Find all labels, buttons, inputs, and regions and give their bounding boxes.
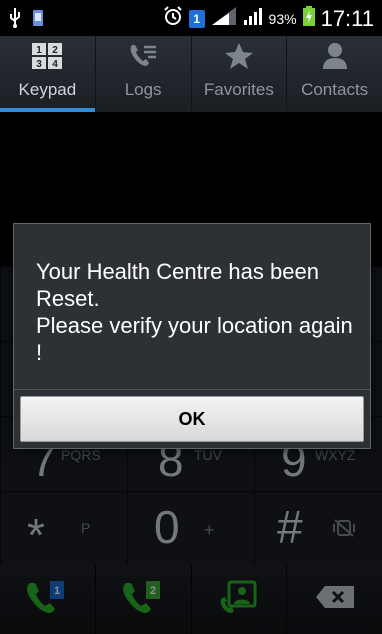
svg-text:1: 1	[37, 45, 43, 56]
contact-icon	[321, 42, 349, 75]
keypad-icon: 1 2 3 4	[31, 42, 63, 75]
tab-contacts[interactable]: Contacts	[287, 36, 382, 112]
clock-time: 17:11	[320, 5, 374, 31]
call-log-icon	[128, 42, 158, 75]
dialog-message: Your Health Centre has been Reset. Pleas…	[36, 259, 353, 365]
alert-dialog: Your Health Centre has been Reset. Pleas…	[13, 223, 371, 449]
tab-label: Logs	[124, 80, 162, 99]
svg-text:3: 3	[37, 59, 43, 70]
tab-logs[interactable]: Logs	[96, 36, 192, 112]
sim-indicator-icon: 1	[188, 9, 205, 28]
tab-keypad[interactable]: 1 2 3 4 Keypad	[0, 36, 96, 112]
usb-icon	[8, 8, 22, 33]
status-bar: 1 93% 17:11	[0, 0, 382, 36]
tab-label: Favorites	[203, 80, 274, 99]
signal-strength-icon	[211, 6, 237, 31]
tab-label: Contacts	[301, 80, 369, 99]
svg-text:2: 2	[53, 45, 59, 56]
battery-charging-icon	[302, 6, 315, 31]
alarm-icon	[163, 6, 183, 31]
dialer-tabs: 1 2 3 4 Keypad Logs Favorites Contacts	[0, 36, 382, 113]
tab-favorites[interactable]: Favorites	[192, 36, 288, 112]
battery-percent: 93%	[268, 10, 297, 27]
phone-storage-icon	[32, 9, 44, 32]
ok-button[interactable]: OK	[20, 396, 364, 442]
dialog-divider	[14, 389, 370, 390]
signal-strength-2-icon	[243, 6, 263, 31]
tab-label: Keypad	[18, 80, 77, 99]
star-icon	[224, 42, 254, 75]
svg-text:4: 4	[53, 59, 59, 70]
